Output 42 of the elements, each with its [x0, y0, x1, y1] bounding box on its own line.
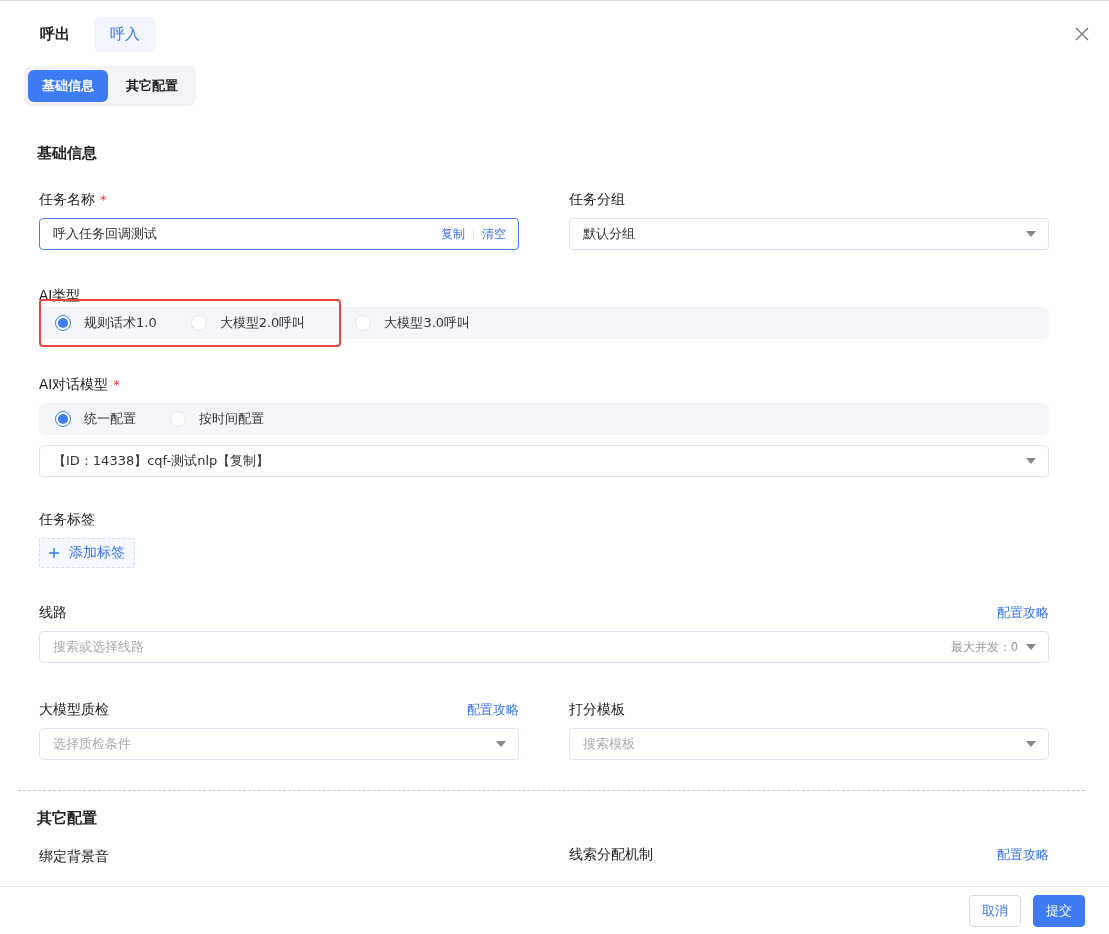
- guide-link[interactable]: 配置攻略: [467, 701, 519, 719]
- tab[interactable]: 呼入: [94, 16, 156, 52]
- field-action[interactable]: 清空: [482, 226, 506, 242]
- radio-option[interactable]: 按时间配置: [170, 410, 264, 428]
- caret-icon: [1026, 231, 1036, 237]
- submit-button[interactable]: 提交: [1033, 894, 1085, 927]
- cancel-button[interactable]: 取消: [969, 894, 1021, 927]
- field-label: 线索分配机制: [569, 846, 653, 864]
- caret-icon: [1026, 644, 1036, 650]
- group-select[interactable]: 默认分组: [569, 218, 1049, 250]
- task-name-field[interactable]: 呼入任务回调测试 复制 清空: [39, 218, 519, 250]
- segment-tab[interactable]: 基础信息: [28, 70, 108, 102]
- section-title: 基础信息: [37, 144, 98, 163]
- field-label: AI对话模型 *: [39, 376, 120, 394]
- radio-option[interactable]: 大模型2.0呼叫: [190, 314, 306, 332]
- field-label: 大模型质检: [39, 701, 109, 719]
- field-label: 任务分组: [569, 191, 625, 209]
- caret-icon: [1026, 458, 1036, 464]
- segment-tab[interactable]: 其它配置: [112, 70, 192, 102]
- qa-select[interactable]: 选择质检条件: [39, 728, 519, 760]
- model-select[interactable]: 【ID：14338】cqf-测试nlp【复制】: [39, 445, 1049, 477]
- max-concurrency: 最大并发：0: [950, 639, 1018, 655]
- line-select[interactable]: 搜索或选择线路 最大并发：0: [39, 631, 1049, 663]
- section-title: 其它配置: [37, 809, 98, 828]
- close-icon[interactable]: [1075, 27, 1089, 41]
- plus-icon: [49, 548, 59, 558]
- caret-icon: [1026, 741, 1036, 747]
- field-label: 打分模板: [569, 701, 625, 719]
- field-label: 任务名称 *: [39, 191, 107, 209]
- tab[interactable]: 呼出: [24, 16, 86, 52]
- radio-option[interactable]: 统一配置: [55, 410, 136, 428]
- guide-link[interactable]: 配置攻略: [997, 604, 1049, 622]
- field-label: 绑定背景音: [39, 848, 109, 864]
- guide-link[interactable]: 配置攻略: [997, 846, 1049, 864]
- field-label: 任务标签: [39, 511, 95, 529]
- field-action[interactable]: 复制: [441, 226, 465, 242]
- radio-option[interactable]: 规则话术1.0: [55, 314, 157, 332]
- radio-option[interactable]: 大模型3.0呼叫: [355, 314, 471, 332]
- caret-icon: [496, 741, 506, 747]
- add-tag-button[interactable]: 添加标签: [39, 538, 135, 568]
- template-select[interactable]: 搜索模板: [569, 728, 1049, 760]
- field-label: 线路: [39, 604, 67, 622]
